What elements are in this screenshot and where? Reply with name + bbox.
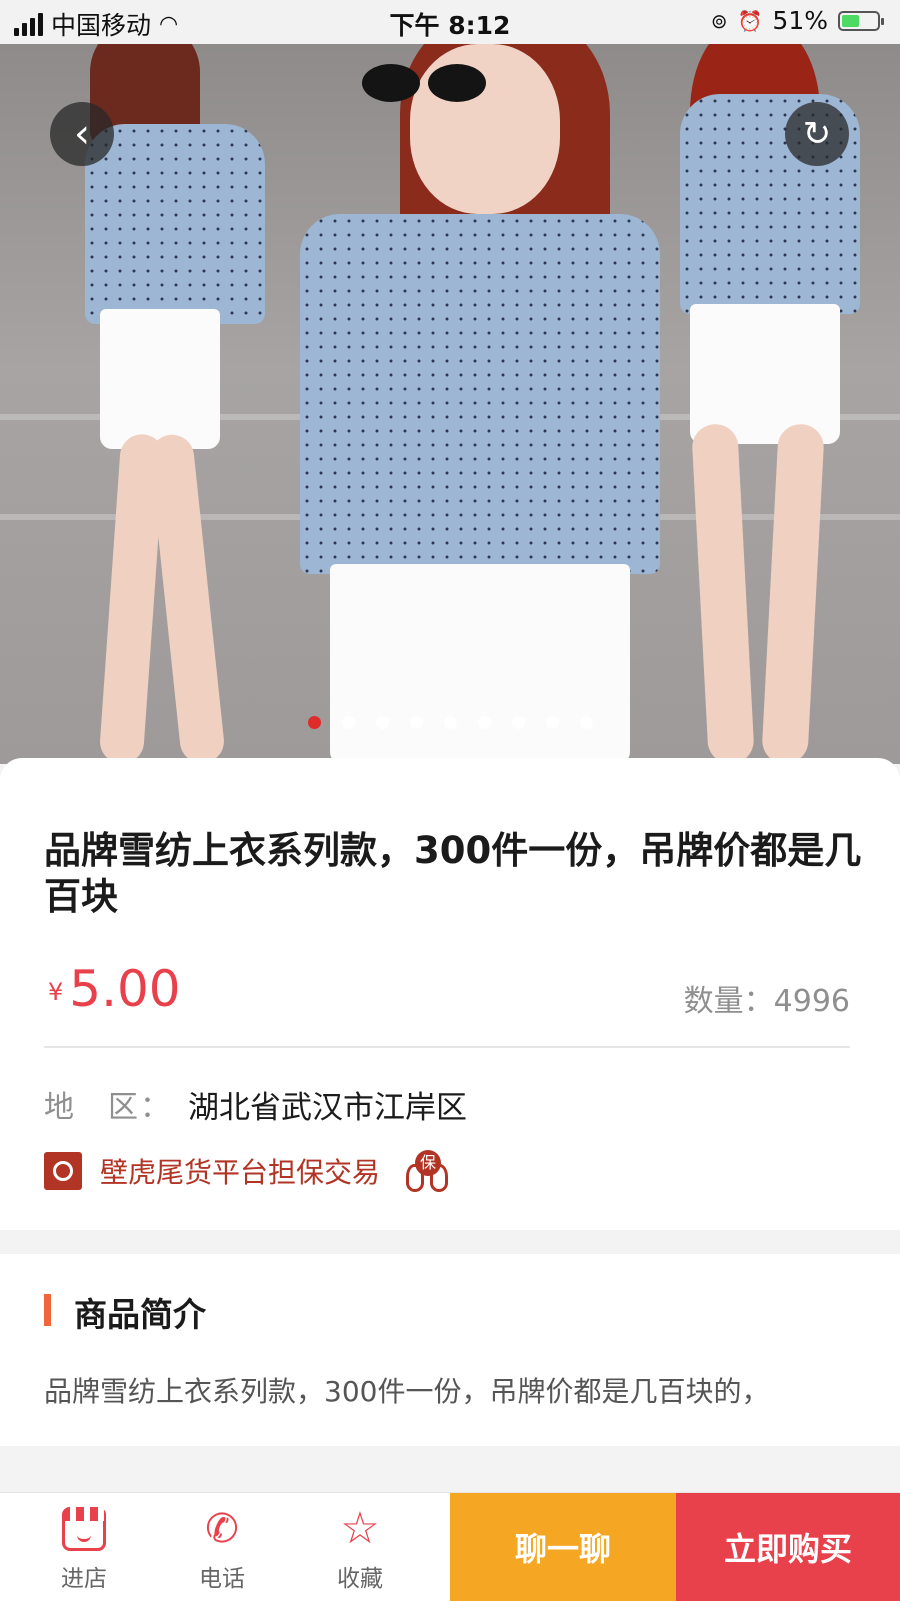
guarantee-badge-text: 保 <box>415 1150 442 1176</box>
sunglasses <box>362 64 486 102</box>
share-button[interactable]: ↻ <box>785 102 849 166</box>
price-value: 5.00 <box>69 960 181 1018</box>
buy-now-button[interactable]: 立即购买 <box>676 1493 900 1601</box>
chevron-left-icon: ‹ <box>74 111 90 157</box>
carousel-dot[interactable] <box>545 716 559 729</box>
carousel-dot[interactable] <box>409 716 423 729</box>
region-value: 湖北省武汉市江岸区 <box>188 1090 467 1126</box>
price: ¥5.00 <box>48 960 181 1018</box>
chat-button[interactable]: 聊一聊 <box>450 1493 676 1601</box>
star-icon: ☆ <box>340 1503 380 1554</box>
product-title: 品牌雪纺上衣系列款，300件一份，吊牌价都是几百块 <box>44 829 862 918</box>
bottom-action-bar: 进店 ✆ 电话 ☆ 收藏 聊一聊 立即购买 <box>0 1492 900 1601</box>
section-heading: 商品简介 <box>74 1295 206 1334</box>
status-bar: 中国移动 ◠ 下午 8:12 ⊚ ⏰ 51% <box>0 0 900 44</box>
carousel-dot[interactable] <box>375 716 389 729</box>
status-right: ⊚ ⏰ 51% <box>710 6 884 35</box>
product-image-carousel[interactable]: ‹ ↻ <box>0 44 900 764</box>
battery-percent: 51% <box>772 6 828 35</box>
carousel-dot[interactable] <box>443 716 457 729</box>
rotation-lock-icon: ⊚ <box>710 8 728 33</box>
favorite-button[interactable]: ☆ 收藏 <box>300 1493 420 1601</box>
guarantee-text: 壁虎尾货平台担保交易 <box>100 1156 381 1189</box>
carousel-dot[interactable] <box>341 716 355 729</box>
store-icon <box>62 1507 106 1551</box>
gecko-logo-icon <box>44 1152 82 1190</box>
carousel-dot[interactable] <box>307 716 321 729</box>
carousel-indicator <box>0 716 900 729</box>
phone-label: 电话 <box>199 1566 245 1592</box>
shop-label: 进店 <box>61 1566 107 1592</box>
alarm-icon: ⏰ <box>737 8 763 33</box>
battery-fill <box>842 14 859 27</box>
refresh-share-icon: ↻ <box>802 114 832 154</box>
region-label: 地 区： <box>44 1090 172 1125</box>
divider <box>44 1046 850 1048</box>
carousel-dot[interactable] <box>579 716 593 729</box>
quantity-label: 数量：4996 <box>683 984 850 1019</box>
section-accent-bar <box>44 1294 51 1326</box>
product-info-card: 品牌雪纺上衣系列款，300件一份，吊牌价都是几百块 ¥5.00 数量：4996 … <box>0 758 900 1230</box>
currency-symbol: ¥ <box>48 978 64 1006</box>
carousel-dot[interactable] <box>477 716 491 729</box>
phone-icon: ✆ <box>205 1506 239 1552</box>
guarantee-hands-icon: 保 <box>406 1150 449 1192</box>
product-description-section: 商品简介 品牌雪纺上衣系列款，300件一份，吊牌价都是几百块的， <box>0 1254 900 1446</box>
back-button[interactable]: ‹ <box>50 102 114 166</box>
shop-button[interactable]: 进店 <box>24 1493 144 1601</box>
battery-icon <box>838 10 884 31</box>
platform-guarantee: 壁虎尾货平台担保交易 保 <box>44 1150 449 1192</box>
carousel-dot[interactable] <box>511 716 525 729</box>
phone-button[interactable]: ✆ 电话 <box>162 1493 282 1601</box>
favorite-label: 收藏 <box>337 1566 383 1592</box>
description-text: 品牌雪纺上衣系列款，300件一份，吊牌价都是几百块的， <box>44 1375 770 1408</box>
